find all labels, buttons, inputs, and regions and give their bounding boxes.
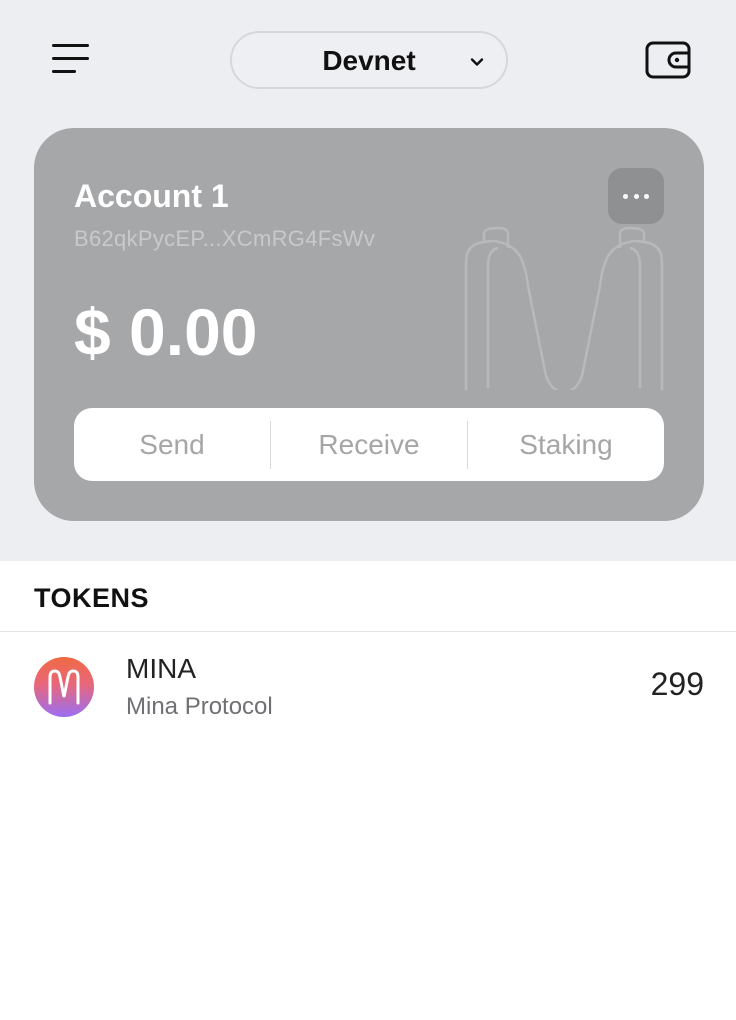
token-name: Mina Protocol [126, 693, 273, 720]
token-amount: 299 [650, 666, 704, 702]
receive-button[interactable]: Receive [271, 408, 467, 481]
account-actions: Send Receive Staking [74, 408, 664, 481]
account-address[interactable]: B62qkPycEP...XCmRG4FsWv [74, 226, 375, 252]
send-button[interactable]: Send [74, 408, 270, 481]
mina-watermark-icon [464, 226, 664, 390]
account-balance: $ 0.00 [74, 295, 258, 369]
account-card: Account 1 B62qkPycEP...XCmRG4FsWv $ 0.00… [34, 128, 704, 521]
tokens-title: TOKENS [34, 583, 150, 613]
ellipsis-icon[interactable] [608, 168, 664, 224]
chevron-down-icon [470, 58, 484, 66]
hamburger-menu-icon[interactable] [52, 44, 89, 74]
mina-logo [34, 657, 94, 717]
token-row[interactable]: MINA Mina Protocol 299 [0, 633, 736, 743]
network-label: Devnet [322, 45, 416, 76]
network-selector[interactable]: Devnet [230, 31, 508, 89]
staking-button[interactable]: Staking [468, 408, 664, 481]
tokens-header: TOKENS [0, 561, 736, 632]
token-symbol: MINA [126, 653, 196, 684]
wallet-icon[interactable] [645, 41, 691, 79]
account-name: Account 1 [74, 178, 229, 214]
